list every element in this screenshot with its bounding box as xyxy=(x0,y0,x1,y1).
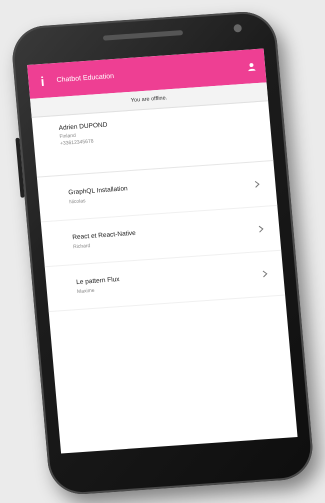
chevron-right-icon xyxy=(261,270,270,279)
list-item-text: Le pattern Flux Maxime xyxy=(76,266,262,295)
chevron-right-icon xyxy=(253,180,262,189)
phone-screen: i Chatbot Education You are offline. Adr… xyxy=(27,48,298,454)
list-item-text: GraphQL Installation Nicolas xyxy=(68,177,254,205)
chevron-right-icon xyxy=(257,225,266,234)
background: i Chatbot Education You are offline. Adr… xyxy=(0,0,325,503)
list-item-text: React et React-Native Richard xyxy=(72,221,258,250)
app-logo-icon: i xyxy=(36,73,49,90)
offline-text: You are offline. xyxy=(130,95,168,104)
phone-camera xyxy=(233,23,243,33)
app-title: Chatbot Education xyxy=(56,72,115,84)
phone-device: i Chatbot Education You are offline. Adr… xyxy=(9,9,316,497)
app-logo-letter: i xyxy=(40,73,46,89)
person-icon[interactable] xyxy=(245,60,258,73)
phone-speaker xyxy=(102,30,184,41)
